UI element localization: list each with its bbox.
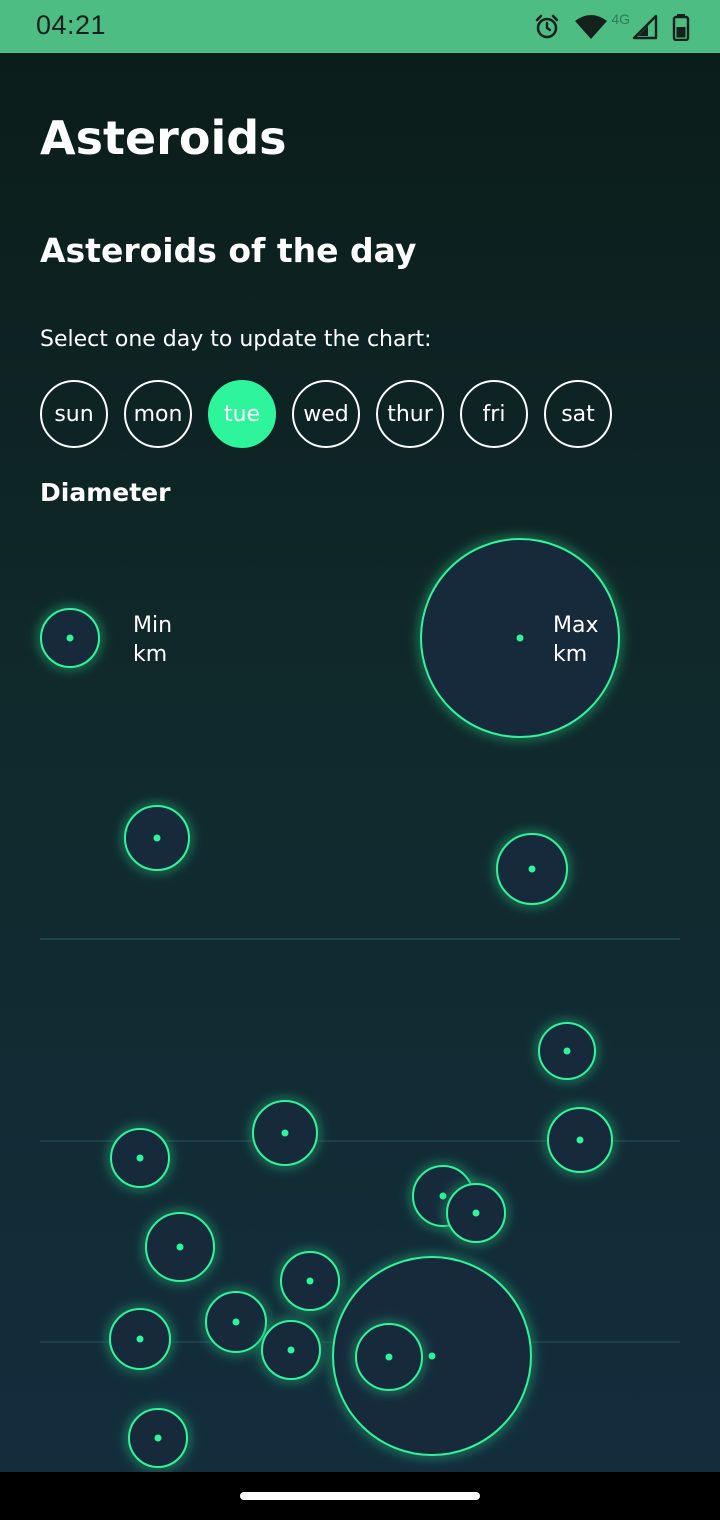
legend-min-bubble: [40, 608, 100, 668]
cell-signal-icon: [632, 14, 658, 40]
asteroid-bubble[interactable]: [124, 805, 190, 871]
status-bar: 04:21 4G: [0, 0, 720, 53]
asteroid-bubble[interactable]: [128, 1408, 188, 1468]
asteroid-bubble[interactable]: [280, 1251, 340, 1311]
alarm-icon: [536, 14, 559, 39]
asteroid-bubble[interactable]: [538, 1022, 596, 1080]
network-type-label: 4G: [611, 11, 630, 27]
asteroid-bubble[interactable]: [355, 1323, 423, 1391]
app-content: Asteroids Asteroids of the day Select on…: [0, 53, 720, 1472]
asteroid-chart: Min km Max km: [40, 538, 680, 1468]
wifi-icon: [575, 15, 608, 39]
legend-max-bubble: [420, 538, 620, 738]
navigation-bar: [0, 1472, 720, 1520]
legend-min-unit: km: [133, 642, 167, 667]
asteroid-bubble[interactable]: [205, 1291, 267, 1353]
legend-max-unit: km: [553, 642, 587, 667]
asteroid-bubble[interactable]: [261, 1320, 321, 1380]
home-gesture-handle[interactable]: [240, 1492, 480, 1500]
asteroid-bubble[interactable]: [109, 1308, 171, 1370]
asteroid-bubble[interactable]: [446, 1183, 506, 1243]
legend-max-label: Max: [553, 613, 598, 638]
legend-min-label: Min: [133, 613, 172, 638]
status-icons: 4G: [533, 11, 690, 43]
battery-icon: [672, 14, 690, 41]
asteroid-bubble[interactable]: [145, 1212, 215, 1282]
asteroid-bubble[interactable]: [496, 833, 568, 905]
asteroid-bubble[interactable]: [547, 1107, 613, 1173]
status-time: 04:21: [36, 10, 107, 40]
asteroid-bubble[interactable]: [110, 1128, 170, 1188]
asteroid-bubble[interactable]: [252, 1100, 318, 1166]
